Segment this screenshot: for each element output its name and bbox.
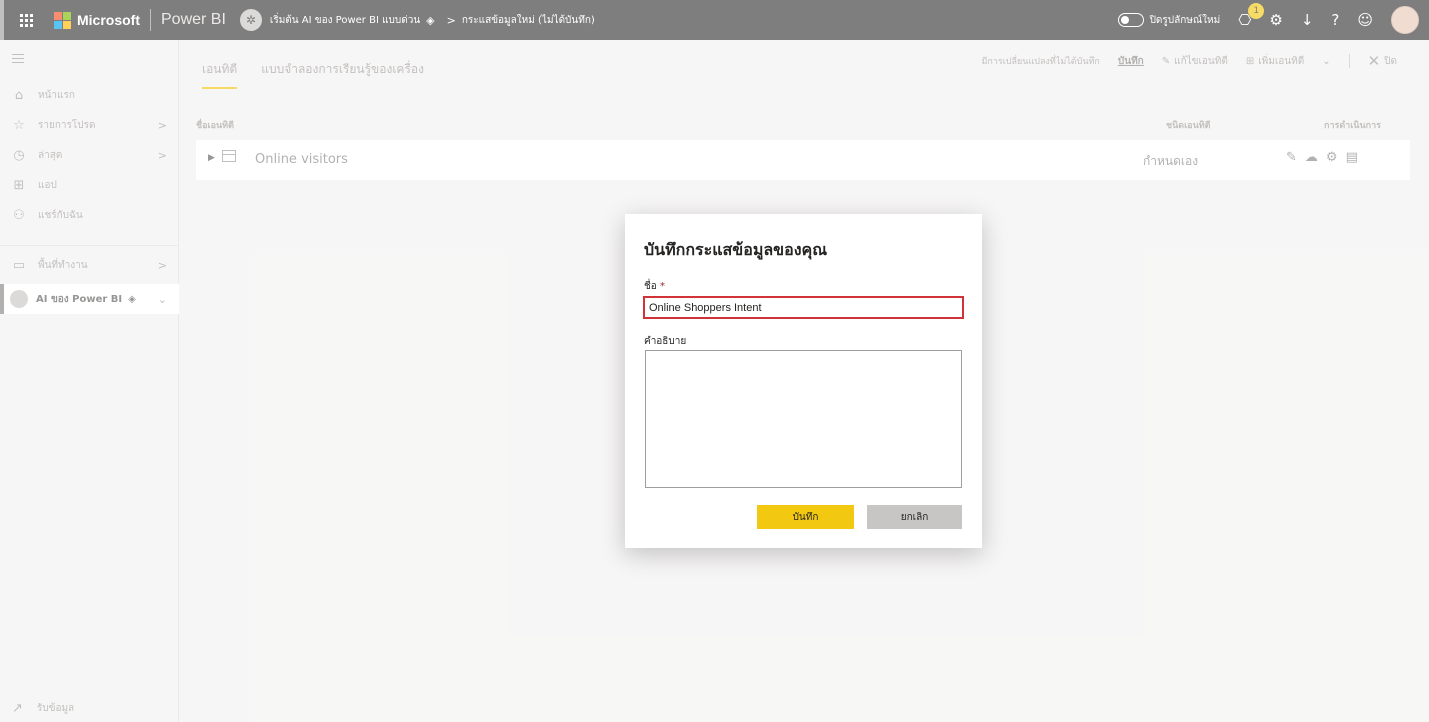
required-marker: * xyxy=(659,281,665,292)
dialog-title: บันทึกกระแสข้อมูลของคุณ xyxy=(644,240,828,259)
name-input[interactable] xyxy=(643,296,964,319)
cancel-button[interactable]: ยกเลิก xyxy=(867,505,962,529)
name-label: ชื่อ * xyxy=(644,279,665,294)
save-dataflow-dialog: บันทึกกระแสข้อมูลของคุณ ชื่อ * คำอธิบาย … xyxy=(625,214,982,548)
name-label-text: ชื่อ xyxy=(644,281,657,292)
save-button[interactable]: บันทึก xyxy=(757,505,854,529)
description-label: คำอธิบาย xyxy=(644,336,687,347)
description-textarea[interactable] xyxy=(645,350,962,488)
